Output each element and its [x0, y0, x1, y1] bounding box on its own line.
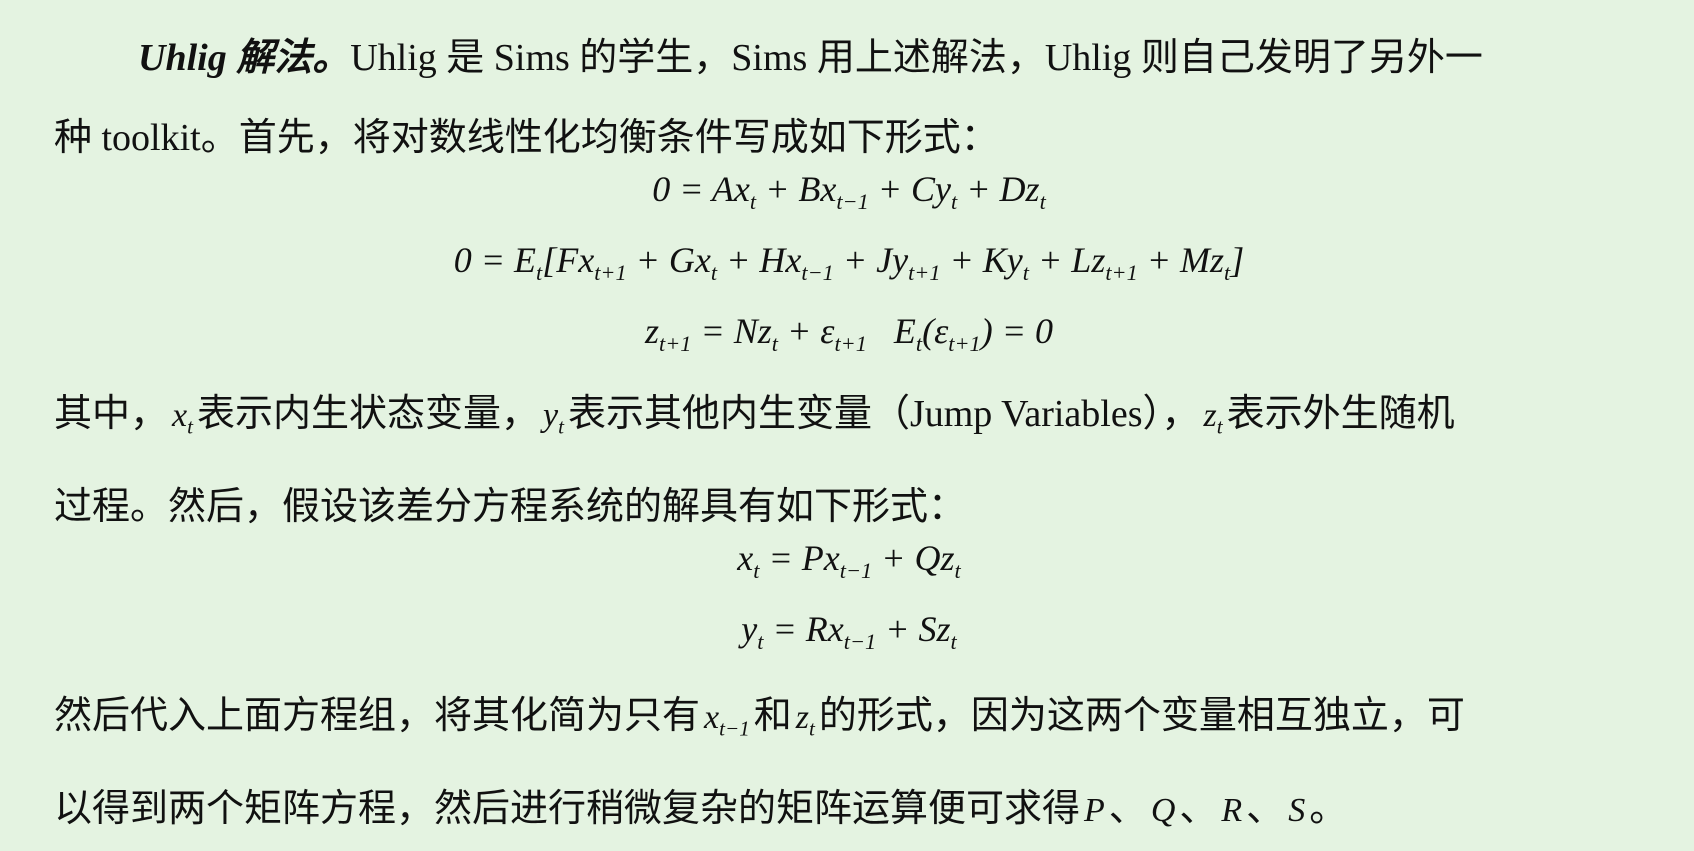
paragraph-1-text-1: Uhlig 是 Sims 的学生，Sims 用上述解法，Uhlig 则自己发明了… — [350, 37, 1483, 79]
paragraph-3-line-1: 然后代入上面方程组，将其化简为只有 xt−1 和 zt 的形式，因为这两个变量相互独立，… — [54, 695, 1465, 741]
var-z-t: zt — [795, 699, 815, 741]
equation-2: 0 = Et[Fxt+1 + Gxt + Hxt−1 + Jyt+1 + Kyt… — [453, 239, 1245, 285]
paragraph-2-line-1: 其中， xt 表示内生状态变量， yt 表示其他内生变量（Jump Variables）… — [54, 393, 1455, 439]
matrix-S: S — [1288, 791, 1306, 829]
var-x: xt — [172, 397, 193, 439]
equation-5: yt = Rxt−1 + Szt — [741, 608, 957, 654]
equation-block-2: xt = Pxt−1 + Qzt yt = Rxt−1 + Szt — [54, 529, 1644, 671]
matrix-P: P — [1084, 791, 1105, 829]
equation-block-1: 0 = Axt + Bxt−1 + Cyt + Dzt 0 = Et[Fxt+1… — [54, 160, 1644, 372]
var-x-lag: xt−1 — [704, 699, 750, 741]
section-lead: Uhlig 解法。 — [138, 37, 351, 79]
var-z: zt — [1203, 397, 1223, 439]
paragraph-1-line-1: Uhlig 解法。Uhlig 是 Sims 的学生，Sims 用上述解法，Uhl… — [54, 18, 1644, 98]
matrix-R: R — [1221, 791, 1243, 829]
matrix-Q: Q — [1150, 791, 1176, 829]
var-y: yt — [542, 397, 564, 439]
document-page: Uhlig 解法。Uhlig 是 Sims 的学生，Sims 用上述解法，Uhl… — [54, 18, 1644, 851]
equation-3: zt+1 = Nzt + εt+1 Et(εt+1) = 0 — [645, 310, 1053, 356]
paragraph-3-line-2: 以得到两个矩阵方程，然后进行稍微复杂的矩阵运算便可求得 P、 Q、 R、 S。 — [54, 787, 1348, 830]
